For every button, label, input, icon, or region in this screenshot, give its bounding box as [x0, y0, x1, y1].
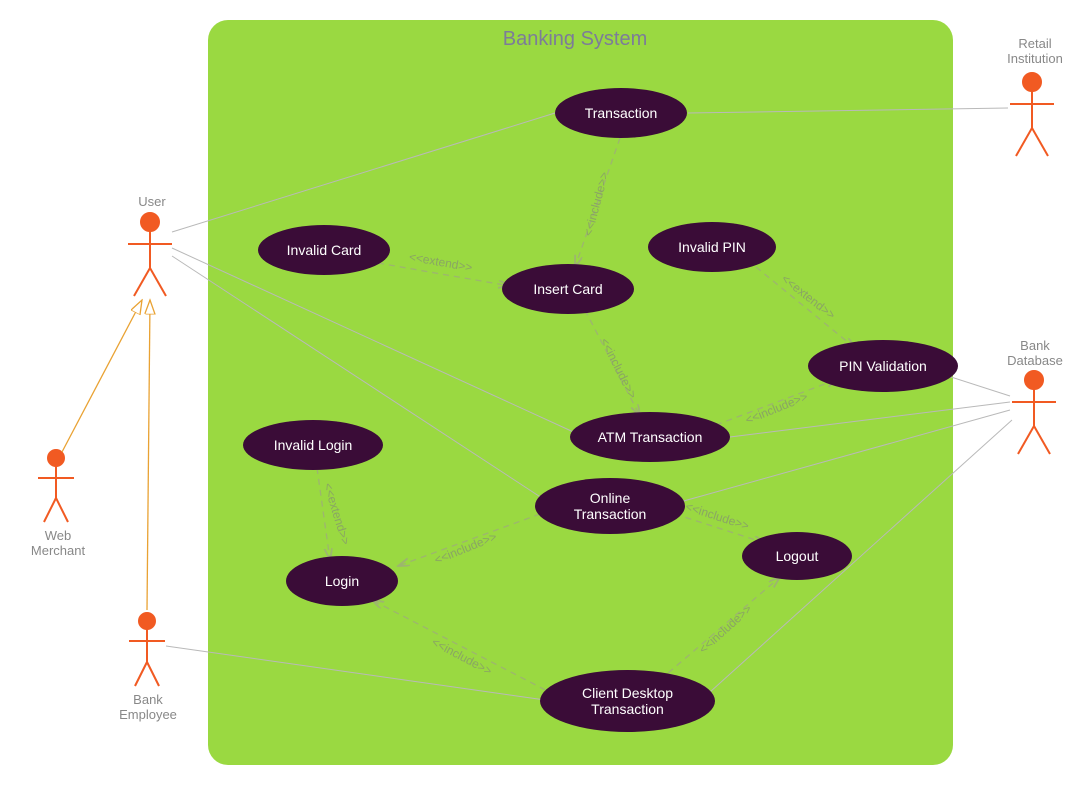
usecase-logout: Logout: [742, 532, 852, 580]
label-bank-database: Bank Database: [1002, 338, 1068, 368]
label-web-merchant: Web Merchant: [28, 528, 88, 558]
label-user: User: [132, 194, 172, 209]
gen-bankemployee-user: [147, 300, 150, 610]
usecase-login: Login: [286, 556, 398, 606]
usecase-atm-transaction: ATM Transaction: [570, 412, 730, 462]
usecase-invalid-card: Invalid Card: [258, 225, 390, 275]
usecase-invalid-login: Invalid Login: [243, 420, 383, 470]
actor-retail-institution: [1010, 73, 1054, 156]
usecase-client-desktop-transaction: Client Desktop Transaction: [540, 670, 715, 732]
usecase-invalid-pin: Invalid PIN: [648, 222, 776, 272]
usecase-insert-card: Insert Card: [502, 264, 634, 314]
actor-bank-database: [1012, 371, 1056, 454]
usecase-online-transaction: Online Transaction: [535, 478, 685, 534]
system-title: Banking System: [445, 28, 705, 51]
gen-webmerchant-user: [62, 300, 142, 452]
diagram-canvas: Banking System: [0, 0, 1086, 787]
actor-bank-employee: [129, 613, 165, 686]
usecase-pin-validation: PIN Validation: [808, 340, 958, 392]
actor-web-merchant: [38, 450, 74, 522]
usecase-transaction: Transaction: [555, 88, 687, 138]
label-bank-employee: Bank Employee: [116, 692, 180, 722]
label-retail-institution: Retail Institution: [1000, 36, 1070, 66]
actor-user: [128, 213, 172, 296]
